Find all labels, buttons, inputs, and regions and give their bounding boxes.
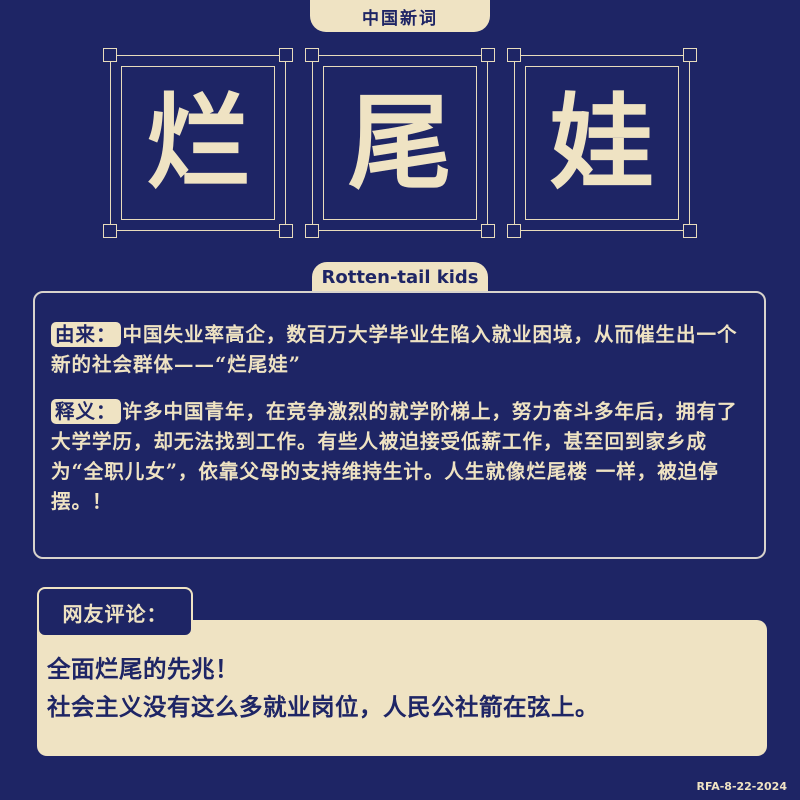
meaning-tag: 释义： (51, 399, 121, 424)
title-tile-2: 尾 (305, 48, 495, 238)
title-char: 烂 (145, 81, 250, 204)
origin-paragraph: 由来： 中国失业率高企，数百万大学毕业生陷入就业困境，从而催生出一个新的社会群体—… (51, 320, 750, 380)
definition-box: 由来： 中国失业率高企，数百万大学毕业生陷入就业困境，从而催生出一个新的社会群体—… (33, 291, 766, 559)
category-label: 中国新词 (310, 0, 490, 32)
title-tile-1: 烂 (103, 48, 293, 238)
title-char: 尾 (347, 81, 452, 204)
meaning-paragraph: 释义： 许多中国青年，在竞争激烈的就学阶梯上，努力奋斗多年后，拥有了大学学历，却无… (51, 397, 750, 517)
english-subtitle: Rotten-tail kids (312, 262, 488, 292)
origin-tag: 由来： (51, 322, 121, 347)
title-tile-3: 娃 (507, 48, 697, 238)
meaning-text: 许多中国青年，在竞争激烈的就学阶梯上，努力奋斗多年后，拥有了大学学历，却无法找到… (51, 400, 738, 513)
footer-code: RFA-8-22-2024 (696, 780, 787, 793)
comment-line: 社会主义没有这么多就业岗位，人民公社箭在弦上。 (47, 693, 599, 721)
comment-line: 全面烂尾的先兆！ (47, 655, 239, 683)
origin-text: 中国失业率高企，数百万大学毕业生陷入就业困境，从而催生出一个新的社会群体——“烂… (51, 323, 738, 376)
title-char: 娃 (549, 81, 654, 204)
comments-label: 网友评论： (37, 587, 193, 637)
comments-box: 全面烂尾的先兆！ 社会主义没有这么多就业岗位，人民公社箭在弦上。 (37, 620, 767, 756)
